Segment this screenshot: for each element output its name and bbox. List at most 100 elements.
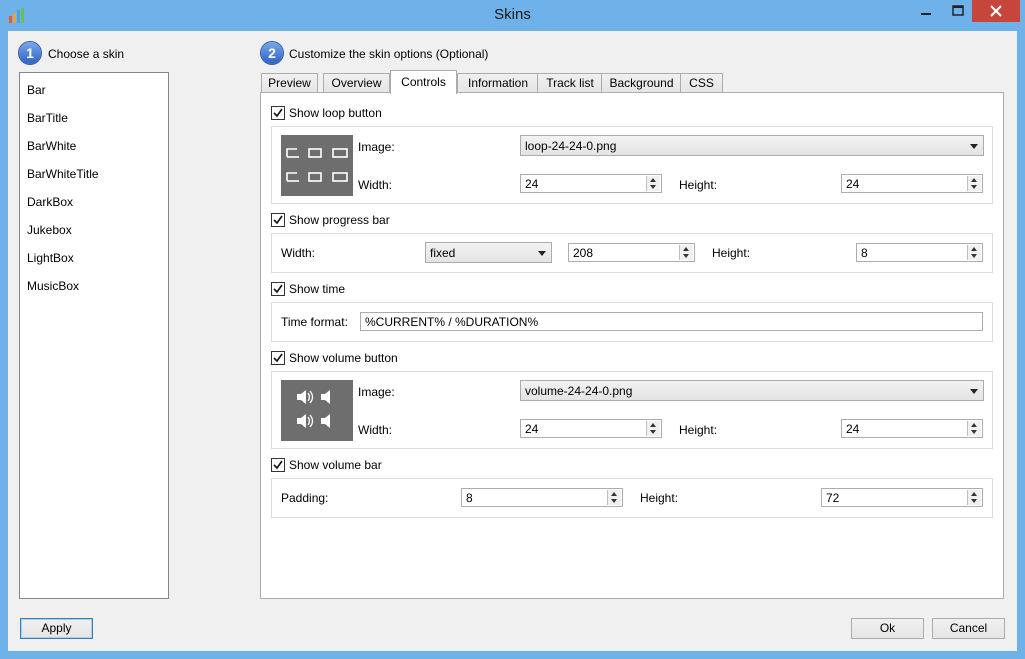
volume-height-value: 24 bbox=[846, 422, 860, 436]
title-bar[interactable]: Skins bbox=[0, 0, 1025, 30]
check-icon bbox=[273, 108, 283, 118]
loop-checkbox-label: Show loop button bbox=[289, 106, 382, 120]
maximize-icon bbox=[952, 5, 964, 16]
volume-bar-height-stepper[interactable]: 72 bbox=[821, 488, 983, 507]
controls-panel: Show loop button Image: loop-24-24-0.png… bbox=[260, 92, 1004, 599]
step-1-badge: 1 bbox=[19, 42, 41, 64]
loop-height-value: 24 bbox=[846, 177, 860, 191]
spin-arrows-icon[interactable] bbox=[679, 245, 693, 260]
check-icon bbox=[273, 284, 283, 294]
spin-arrows-icon[interactable] bbox=[967, 490, 981, 505]
check-icon bbox=[273, 353, 283, 363]
apply-button[interactable]: Apply bbox=[20, 618, 93, 639]
spin-arrows-icon[interactable] bbox=[967, 421, 981, 436]
time-format-input[interactable]: %CURRENT% / %DURATION% bbox=[360, 312, 983, 331]
spin-arrows-icon[interactable] bbox=[607, 490, 621, 505]
tab-track-list[interactable]: Track list bbox=[537, 73, 603, 93]
progress-width-mode-select[interactable]: fixed bbox=[425, 242, 552, 263]
volume-height-label: Height: bbox=[679, 423, 718, 437]
dialog-body: 1 Choose a skin Bar BarTitle BarWhite Ba… bbox=[8, 31, 1017, 651]
chevron-down-icon bbox=[538, 251, 546, 256]
progress-height-label: Height: bbox=[712, 246, 751, 260]
progress-width-value: 208 bbox=[573, 246, 594, 260]
progress-height-value: 8 bbox=[861, 246, 868, 260]
check-icon bbox=[273, 215, 283, 225]
tab-css[interactable]: CSS bbox=[680, 73, 723, 93]
volume-bar-group: Padding: 8 Height: 72 bbox=[271, 478, 993, 518]
tab-information[interactable]: Information bbox=[457, 73, 539, 93]
loop-icon bbox=[286, 148, 348, 182]
check-icon bbox=[273, 460, 283, 470]
volume-bar-height-label: Height: bbox=[640, 491, 679, 505]
volume-width-label: Width: bbox=[358, 423, 393, 437]
speaker-icon bbox=[297, 390, 330, 428]
progress-checkbox[interactable] bbox=[271, 213, 285, 227]
time-format-label: Time format: bbox=[281, 315, 348, 329]
skin-list[interactable]: Bar BarTitle BarWhite BarWhiteTitle Dark… bbox=[19, 72, 169, 599]
volume-image-value: volume-24-24-0.png bbox=[525, 384, 633, 398]
skin-item[interactable]: BarWhiteTitle bbox=[27, 167, 99, 181]
volume-bar-padding-value: 8 bbox=[466, 491, 473, 505]
volume-width-stepper[interactable]: 24 bbox=[520, 419, 662, 438]
skin-item[interactable]: BarTitle bbox=[27, 111, 68, 125]
volume-button-checkbox[interactable] bbox=[271, 351, 285, 365]
skin-item[interactable]: MusicBox bbox=[27, 279, 79, 293]
time-checkbox[interactable] bbox=[271, 282, 285, 296]
time-format-value: %CURRENT% / %DURATION% bbox=[365, 315, 539, 329]
minimize-icon bbox=[921, 13, 931, 15]
chevron-down-icon bbox=[970, 389, 978, 394]
progress-width-mode-value: fixed bbox=[430, 246, 456, 260]
chevron-down-icon bbox=[970, 144, 978, 149]
progress-width-label: Width: bbox=[281, 246, 316, 260]
skin-item[interactable]: DarkBox bbox=[27, 195, 73, 209]
loop-height-stepper[interactable]: 24 bbox=[841, 174, 983, 193]
spin-arrows-icon[interactable] bbox=[646, 176, 660, 191]
maximize-button[interactable] bbox=[944, 0, 972, 22]
progress-checkbox-label: Show progress bar bbox=[289, 213, 390, 227]
skin-item[interactable]: Bar bbox=[27, 83, 46, 97]
volume-bar-padding-stepper[interactable]: 8 bbox=[461, 488, 623, 507]
progress-height-stepper[interactable]: 8 bbox=[856, 243, 983, 262]
loop-image-value: loop-24-24-0.png bbox=[525, 139, 617, 153]
spin-arrows-icon[interactable] bbox=[967, 245, 981, 260]
volume-button-group: Image: volume-24-24-0.png Width: 24 Heig… bbox=[271, 371, 993, 449]
ok-button[interactable]: Ok bbox=[851, 618, 924, 639]
skin-item[interactable]: BarWhite bbox=[27, 139, 76, 153]
tab-background[interactable]: Background bbox=[601, 73, 682, 93]
volume-width-value: 24 bbox=[525, 422, 539, 436]
volume-bar-height-value: 72 bbox=[826, 491, 840, 505]
volume-image-select[interactable]: volume-24-24-0.png bbox=[520, 380, 984, 401]
loop-width-label: Width: bbox=[358, 178, 393, 192]
time-group: Time format: %CURRENT% / %DURATION% bbox=[271, 302, 993, 342]
loop-group: Image: loop-24-24-0.png Width: 24 Height… bbox=[271, 126, 993, 204]
progress-group: Width: fixed 208 Height: 8 bbox=[271, 233, 993, 273]
loop-height-label: Height: bbox=[679, 178, 718, 192]
volume-image-preview bbox=[281, 380, 353, 441]
volume-image-label: Image: bbox=[358, 385, 395, 399]
step-2-label: Customize the skin options (Optional) bbox=[289, 47, 489, 61]
loop-image-label: Image: bbox=[358, 140, 395, 154]
minimize-button[interactable] bbox=[912, 0, 940, 22]
spin-arrows-icon[interactable] bbox=[967, 176, 981, 191]
volume-bar-checkbox-label: Show volume bar bbox=[289, 458, 382, 472]
cancel-button[interactable]: Cancel bbox=[932, 618, 1005, 639]
volume-button-checkbox-label: Show volume button bbox=[289, 351, 398, 365]
step-1-label: Choose a skin bbox=[48, 47, 125, 61]
step-2-badge: 2 bbox=[261, 42, 283, 64]
volume-bar-checkbox[interactable] bbox=[271, 458, 285, 472]
loop-image-preview bbox=[281, 135, 353, 196]
tab-preview[interactable]: Preview bbox=[261, 73, 318, 93]
loop-checkbox[interactable] bbox=[271, 106, 285, 120]
skin-item[interactable]: LightBox bbox=[27, 251, 74, 265]
loop-image-select[interactable]: loop-24-24-0.png bbox=[520, 135, 984, 156]
skin-item[interactable]: Jukebox bbox=[27, 223, 72, 237]
loop-width-value: 24 bbox=[525, 177, 539, 191]
tab-overview[interactable]: Overview bbox=[323, 73, 390, 93]
volume-bar-padding-label: Padding: bbox=[281, 491, 329, 505]
loop-width-stepper[interactable]: 24 bbox=[520, 174, 662, 193]
tab-controls[interactable]: Controls bbox=[390, 70, 457, 94]
close-button[interactable] bbox=[972, 0, 1020, 22]
volume-height-stepper[interactable]: 24 bbox=[841, 419, 983, 438]
spin-arrows-icon[interactable] bbox=[646, 421, 660, 436]
progress-width-stepper[interactable]: 208 bbox=[568, 243, 695, 262]
